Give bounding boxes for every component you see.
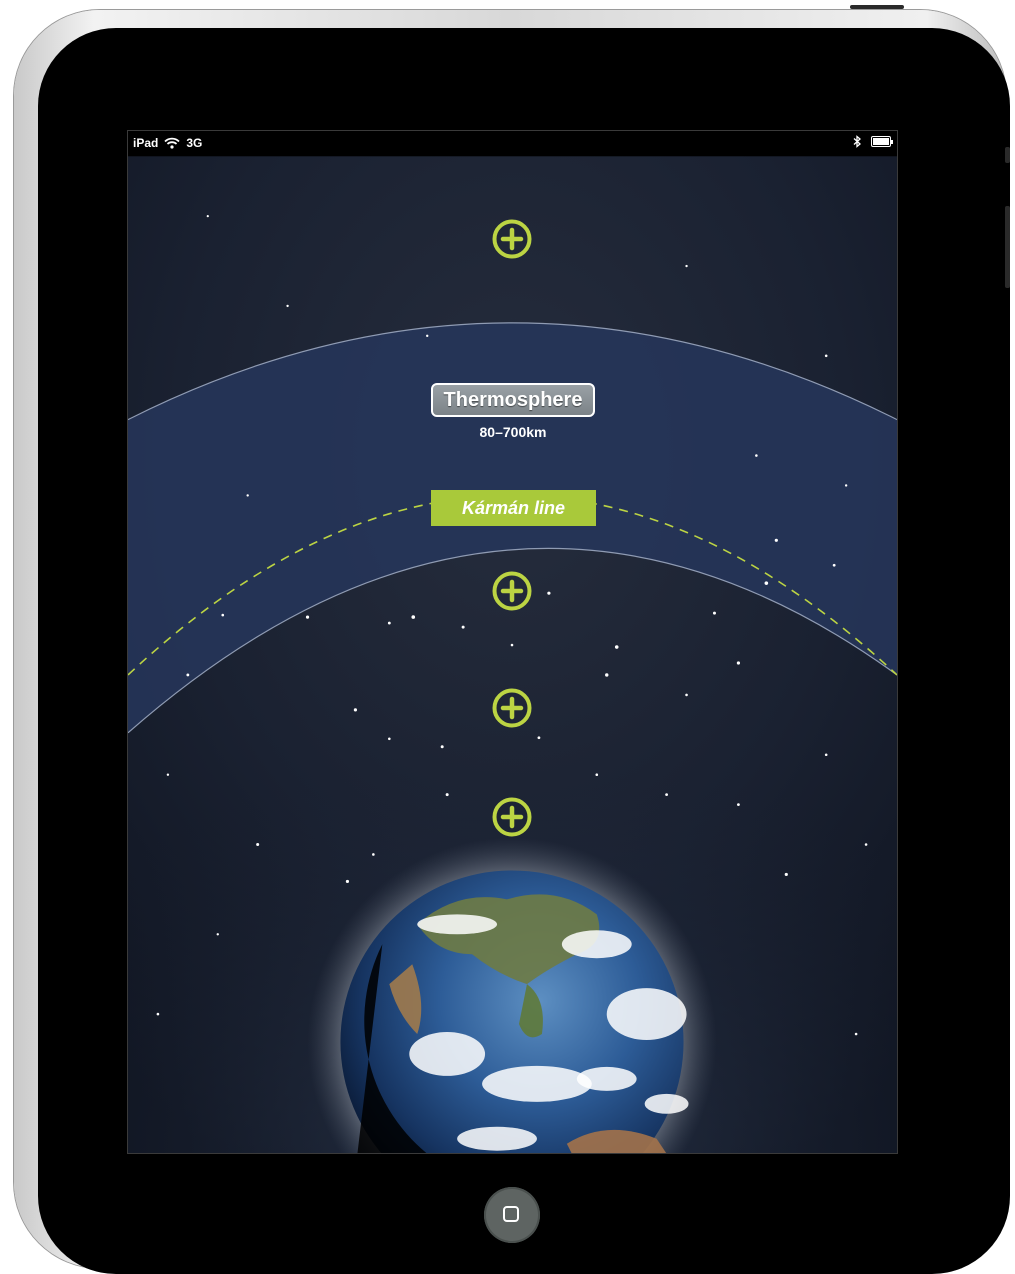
wifi-icon bbox=[164, 137, 180, 149]
home-button[interactable] bbox=[484, 1187, 540, 1243]
bluetooth-icon bbox=[853, 135, 861, 148]
home-square-icon bbox=[503, 1206, 519, 1222]
expand-button-troposphere[interactable] bbox=[492, 797, 532, 837]
device-label: iPad bbox=[133, 136, 159, 150]
battery-icon bbox=[871, 136, 893, 147]
expand-button-mesosphere[interactable] bbox=[492, 571, 532, 611]
network-label: 3G bbox=[186, 136, 203, 150]
expand-button-exosphere[interactable] bbox=[492, 219, 532, 259]
volume-button bbox=[1005, 147, 1010, 163]
volume-button bbox=[1005, 206, 1010, 288]
ipad-screen: iPad 3G Thermosphere 80–700km Kármán lin… bbox=[127, 130, 898, 1154]
karman-line-label[interactable]: Kármán line bbox=[431, 490, 596, 526]
status-bar: iPad 3G bbox=[128, 131, 897, 155]
thermosphere-range: 80–700km bbox=[479, 424, 547, 440]
atmosphere-view bbox=[128, 156, 897, 1153]
expand-button-stratosphere[interactable] bbox=[492, 688, 532, 728]
sleep-button bbox=[850, 5, 904, 9]
thermosphere-label[interactable]: Thermosphere bbox=[431, 383, 595, 417]
